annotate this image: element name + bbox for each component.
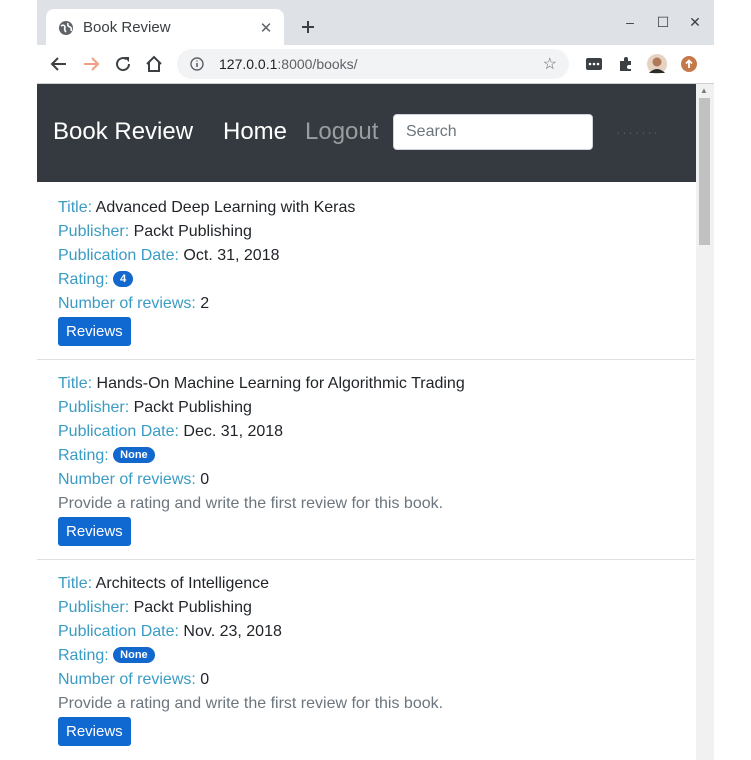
book-rating-row: Rating: None xyxy=(58,447,155,465)
star-icon[interactable]: ☆ xyxy=(543,54,557,74)
arrow-left-icon xyxy=(50,57,66,71)
publisher-label: Publisher: xyxy=(58,599,130,616)
publisher-label: Publisher: xyxy=(58,223,130,240)
navbar-faint-text: · · · · · · · xyxy=(617,130,658,137)
rating-label: Rating: xyxy=(58,447,109,464)
info-icon[interactable] xyxy=(189,56,205,72)
rating-badge: None xyxy=(113,647,155,663)
url-host: 127.0.0.1 xyxy=(219,56,278,72)
tab-strip: Book Review ✕ – ☐ ✕ xyxy=(37,0,714,46)
browser-toolbar: 127.0.0.1:8000/books/ ☆ xyxy=(37,45,714,84)
navbar-brand[interactable]: Book Review xyxy=(53,118,193,146)
scroll-up-arrow-icon[interactable]: ▲ xyxy=(700,86,708,95)
book-reviews-row: Number of reviews: 0 xyxy=(58,671,209,689)
avatar-icon xyxy=(647,54,667,74)
scrollbar-thumb[interactable] xyxy=(699,98,710,245)
date-label: Publication Date: xyxy=(58,423,179,440)
book-rating-row: Rating: None xyxy=(58,647,155,665)
tab-title: Book Review xyxy=(83,19,171,36)
reviews-count-label: Number of reviews: xyxy=(58,471,196,488)
first-review-message: Provide a rating and write the first rev… xyxy=(58,495,444,512)
reviews-count-label: Number of reviews: xyxy=(58,671,196,688)
book-card: Title: Architects of Intelligence Publis… xyxy=(37,560,695,760)
book-publisher: Packt Publishing xyxy=(133,599,252,616)
book-card: Title: Hands-On Machine Learning for Alg… xyxy=(37,360,695,560)
extension-dots-icon xyxy=(586,58,602,70)
title-label: Title: xyxy=(58,375,93,392)
reload-icon xyxy=(116,57,131,72)
date-label: Publication Date: xyxy=(58,247,179,264)
book-date: Nov. 23, 2018 xyxy=(183,623,282,640)
book-title: Architects of Intelligence xyxy=(95,575,270,592)
nav-logout-link[interactable]: Logout xyxy=(305,118,378,146)
browser-tab[interactable]: Book Review ✕ xyxy=(46,9,284,46)
reviews-button[interactable]: Reviews xyxy=(58,517,131,546)
book-title-row: Title: Advanced Deep Learning with Keras xyxy=(58,199,355,217)
title-label: Title: xyxy=(58,575,93,592)
site-navbar: Book Review Home Logout · · · · · · · xyxy=(37,84,696,182)
reviews-count: 0 xyxy=(200,471,210,488)
rating-badge: 4 xyxy=(113,271,134,287)
book-date: Dec. 31, 2018 xyxy=(183,423,284,440)
first-review-message: Provide a rating and write the first rev… xyxy=(58,695,444,712)
reload-button[interactable] xyxy=(111,52,135,76)
plus-icon xyxy=(302,21,314,33)
book-date: Oct. 31, 2018 xyxy=(183,247,280,264)
book-title: Hands-On Machine Learning for Algorithmi… xyxy=(96,375,465,392)
forward-button[interactable] xyxy=(79,52,103,76)
book-publisher: Packt Publishing xyxy=(133,223,252,240)
maximize-button[interactable]: ☐ xyxy=(651,10,675,34)
address-bar[interactable]: 127.0.0.1:8000/books/ ☆ xyxy=(177,49,569,79)
new-tab-button[interactable] xyxy=(295,14,321,40)
search-input[interactable] xyxy=(393,114,593,150)
reviews-button[interactable]: Reviews xyxy=(58,317,131,346)
browser-window: Book Review ✕ – ☐ ✕ 127.0.0.1:8000/books… xyxy=(37,0,714,760)
book-title: Advanced Deep Learning with Keras xyxy=(95,199,356,216)
vertical-scrollbar[interactable]: ▲ xyxy=(696,84,714,760)
rating-badge: None xyxy=(113,447,155,463)
minimize-button[interactable]: – xyxy=(618,10,642,34)
globe-icon xyxy=(58,20,74,36)
rating-label: Rating: xyxy=(58,647,109,664)
book-publisher-row: Publisher: Packt Publishing xyxy=(58,599,252,617)
rating-label: Rating: xyxy=(58,271,109,288)
book-publisher-row: Publisher: Packt Publishing xyxy=(58,223,252,241)
book-date-row: Publication Date: Nov. 23, 2018 xyxy=(58,623,282,641)
arrow-right-icon xyxy=(84,57,100,71)
url-path: :8000/books/ xyxy=(277,56,358,72)
extensions-button[interactable] xyxy=(614,52,638,76)
publisher-label: Publisher: xyxy=(58,399,130,416)
reviews-count: 2 xyxy=(200,295,210,312)
book-publisher-row: Publisher: Packt Publishing xyxy=(58,399,252,417)
close-window-button[interactable]: ✕ xyxy=(683,10,707,34)
home-button[interactable] xyxy=(142,52,166,76)
book-title-row: Title: Hands-On Machine Learning for Alg… xyxy=(58,375,465,393)
book-reviews-row: Number of reviews: 0 xyxy=(58,471,209,489)
page-viewport: Book Review Home Logout · · · · · · · Ti… xyxy=(37,84,696,760)
tab-close-icon[interactable]: ✕ xyxy=(256,18,276,38)
book-card: Title: Advanced Deep Learning with Keras… xyxy=(37,182,695,360)
update-arrow-icon xyxy=(681,56,697,72)
book-date-row: Publication Date: Dec. 31, 2018 xyxy=(58,423,283,441)
home-icon xyxy=(146,55,162,72)
url-text[interactable]: 127.0.0.1:8000/books/ xyxy=(219,56,543,72)
reviews-count-label: Number of reviews: xyxy=(58,295,196,312)
title-label: Title: xyxy=(58,199,93,216)
date-label: Publication Date: xyxy=(58,623,179,640)
book-reviews-row: Number of reviews: 2 xyxy=(58,295,209,313)
extension-button[interactable] xyxy=(582,52,606,76)
puzzle-icon xyxy=(620,57,631,71)
profile-avatar[interactable] xyxy=(645,52,669,76)
book-publisher: Packt Publishing xyxy=(133,399,252,416)
book-title-row: Title: Architects of Intelligence xyxy=(58,575,269,593)
book-date-row: Publication Date: Oct. 31, 2018 xyxy=(58,247,279,265)
reviews-count: 0 xyxy=(200,671,210,688)
nav-home-link[interactable]: Home xyxy=(223,118,287,146)
reviews-button[interactable]: Reviews xyxy=(58,717,131,746)
back-button[interactable] xyxy=(47,52,71,76)
update-button[interactable] xyxy=(677,52,701,76)
book-rating-row: Rating: 4 xyxy=(58,271,134,289)
